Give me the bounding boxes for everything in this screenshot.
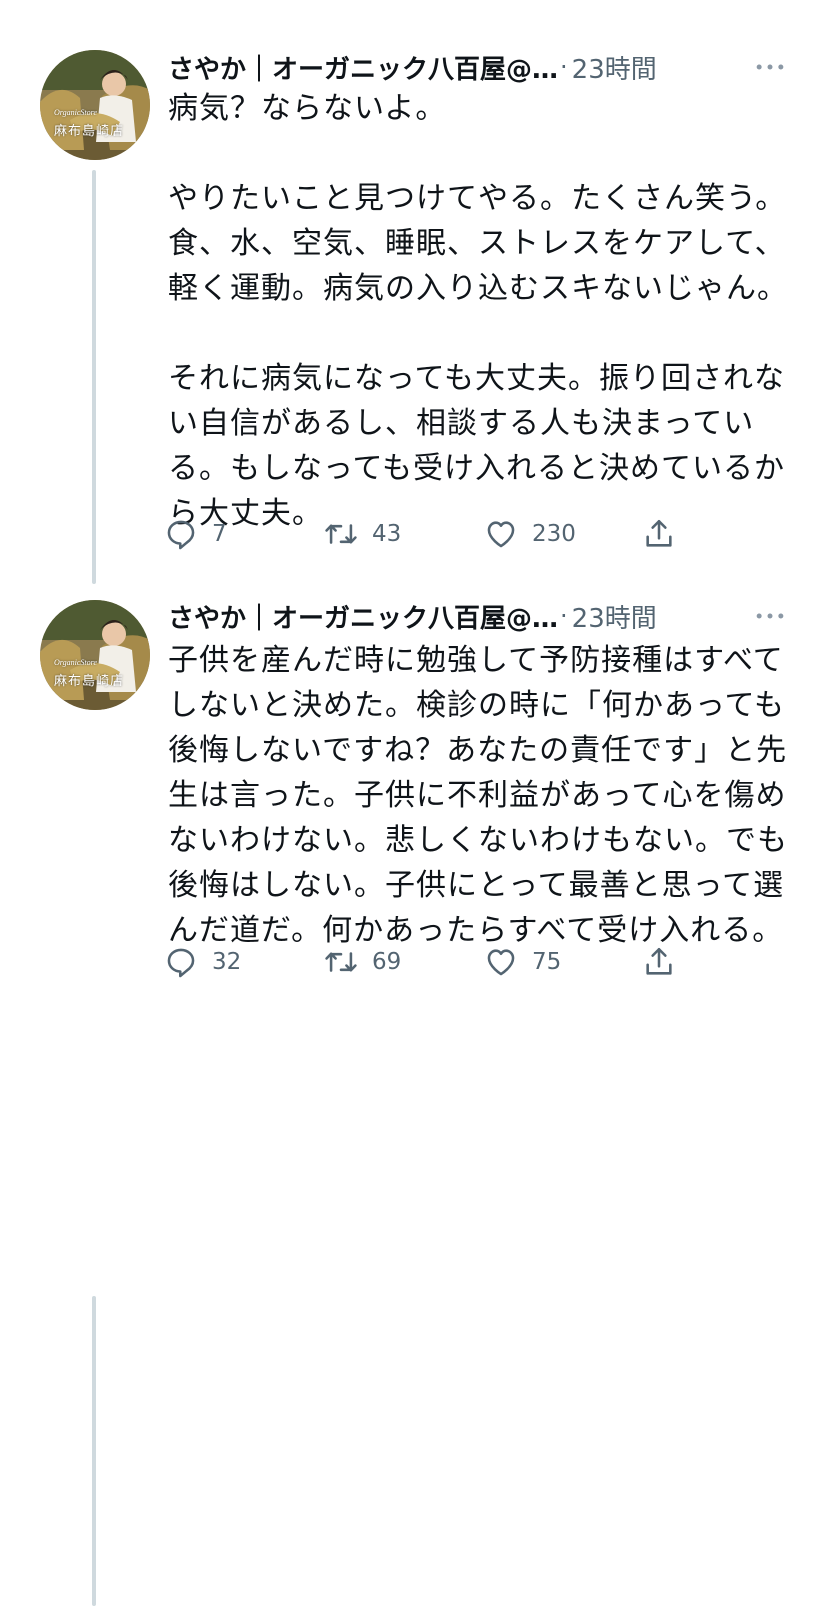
retweet-count: 43 (372, 521, 402, 547)
avatar-photo (40, 50, 150, 160)
thread-connector-line (92, 1296, 96, 1606)
tweet-header: さやか｜オーガニック八百屋@… · 23時間 (168, 49, 657, 85)
tweet-actions: 32 69 75 (160, 940, 700, 984)
reply-icon (167, 948, 195, 978)
more-horizontal-icon (756, 64, 784, 70)
avatar-photo (40, 600, 150, 710)
heart-icon (487, 949, 515, 976)
tweet-timestamp[interactable]: 23時間 (572, 49, 657, 86)
retweet-icon (325, 952, 357, 972)
like-count: 75 (532, 949, 562, 975)
share-icon (646, 519, 672, 547)
reply-button[interactable]: 7 (164, 512, 227, 556)
tweet-actions: 7 43 230 (160, 512, 700, 556)
share-button[interactable] (642, 940, 676, 984)
tweet-text: 子供を産んだ時に勉強して予防接種はすべて しないと決めた。検診の時に「何かあって… (168, 643, 788, 948)
avatar-store-text: 麻布島崎店 (54, 124, 125, 139)
retweet-button[interactable]: 69 (324, 940, 401, 984)
tweet-timestamp[interactable]: 23時間 (572, 598, 657, 635)
avatar[interactable]: OrganicStore 麻布島崎店 (40, 50, 150, 160)
author-display-name[interactable]: さやか｜オーガニック八百屋@… (168, 598, 558, 635)
share-button[interactable] (642, 512, 676, 556)
like-count: 230 (532, 521, 576, 547)
separator-dot: · (560, 602, 568, 630)
tweet-header: さやか｜オーガニック八百屋@… · 23時間 (168, 598, 657, 634)
avatar-brand-text: OrganicStore (54, 108, 97, 117)
reply-icon (167, 520, 195, 550)
reply-count: 32 (212, 949, 242, 975)
share-icon (646, 947, 672, 975)
more-options-button[interactable] (752, 604, 788, 628)
like-button[interactable]: 230 (484, 512, 576, 556)
retweet-icon (325, 524, 357, 544)
avatar-brand-text: OrganicStore (54, 658, 97, 667)
avatar[interactable]: OrganicStore 麻布島崎店 (40, 600, 150, 710)
thread-connector-line (92, 170, 96, 584)
avatar-store-text: 麻布島崎店 (54, 674, 125, 689)
more-options-button[interactable] (752, 55, 788, 79)
separator-dot: · (560, 53, 568, 81)
reply-count: 7 (212, 521, 227, 547)
tweet[interactable]: OrganicStore 麻布島崎店 さやか｜オーガニック八百屋@… · 23時… (0, 0, 828, 584)
heart-icon (487, 521, 515, 548)
author-display-name[interactable]: さやか｜オーガニック八百屋@… (168, 49, 558, 86)
tweet-text: 病気？ならないよ。 やりたいこと見つけてやる。たくさん笑う。 食、水、空気、睡眠… (168, 91, 788, 531)
like-button[interactable]: 75 (484, 940, 561, 984)
retweet-count: 69 (372, 949, 402, 975)
more-horizontal-icon (756, 613, 784, 619)
reply-button[interactable]: 32 (164, 940, 241, 984)
retweet-button[interactable]: 43 (324, 512, 401, 556)
